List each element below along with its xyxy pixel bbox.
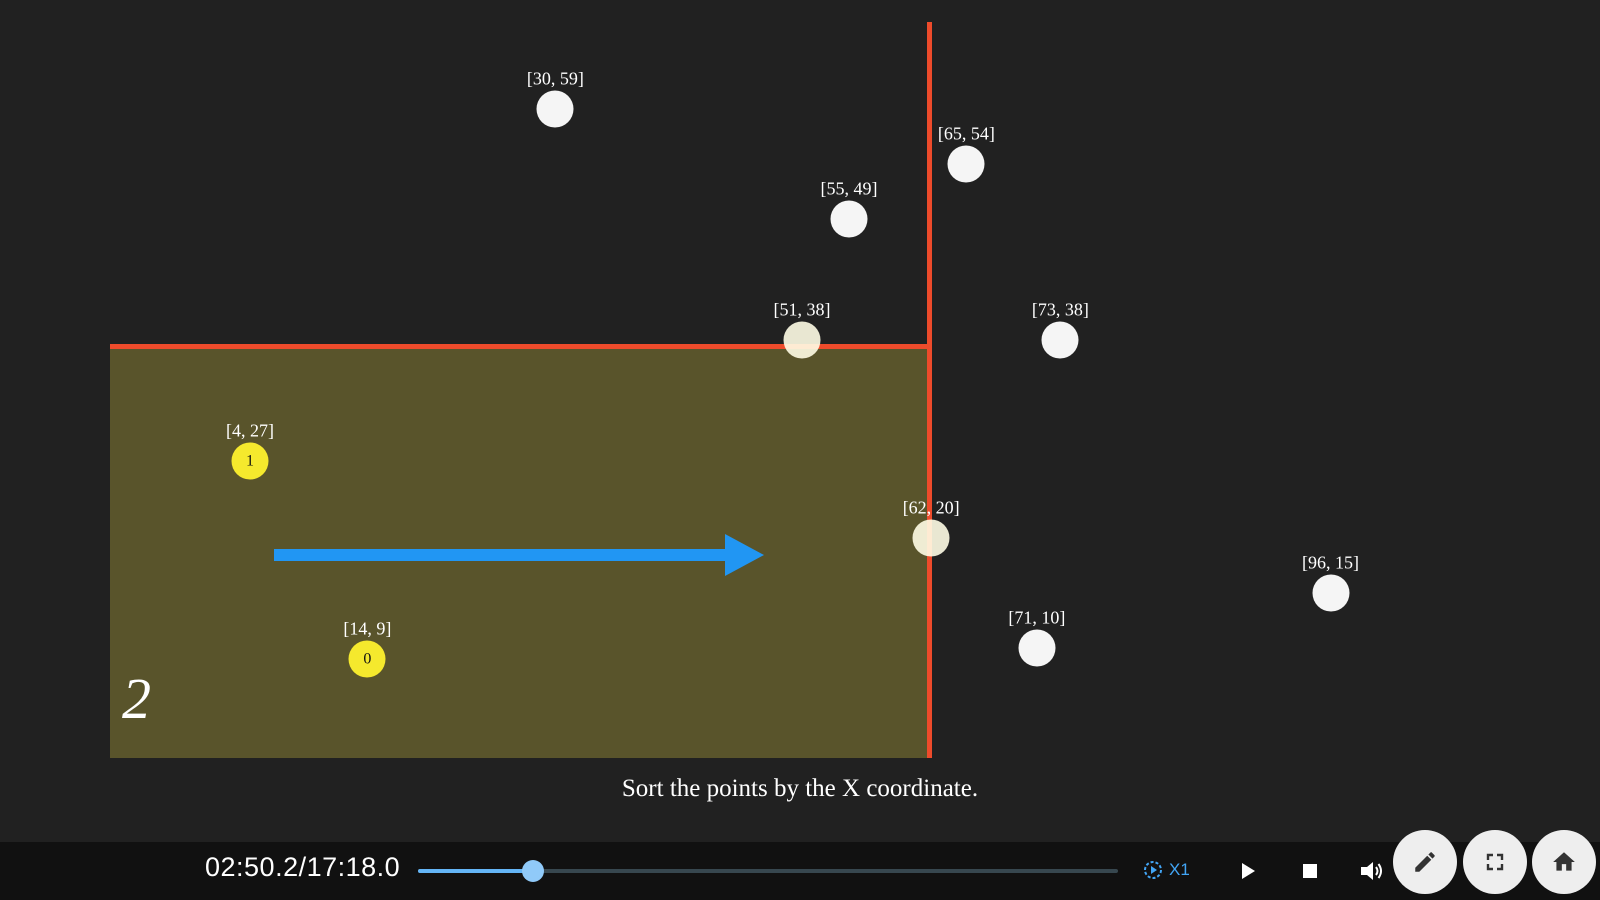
point-label: [30, 59] (526, 68, 584, 89)
point-label: [14, 9] (343, 618, 392, 639)
direction-arrow (274, 534, 764, 576)
play-button[interactable] (1232, 855, 1264, 887)
point-label: [71, 10] (1008, 607, 1066, 628)
point-label: [55, 49] (820, 178, 878, 199)
point-label: [62, 20] (902, 497, 960, 518)
visualization-canvas: 2 [30, 59] [65, 54] [55, 49] [51, 38] [73, 3… (0, 0, 1600, 840)
home-button[interactable] (1532, 830, 1596, 894)
fullscreen-icon (1486, 853, 1504, 871)
region-number: 2 (122, 666, 151, 731)
time-display: 02:50.2/17:18.0 (205, 852, 401, 882)
fullscreen-button[interactable] (1463, 830, 1527, 894)
seek-progress (418, 869, 533, 873)
point-label: [96, 15] (1302, 552, 1360, 573)
stop-icon (1303, 864, 1317, 878)
point-marker (1018, 629, 1056, 667)
seek-bar[interactable] (418, 860, 1118, 882)
point-marker (783, 321, 821, 359)
point-marker (536, 90, 574, 128)
point-marker (1041, 321, 1079, 359)
home-icon (1553, 852, 1575, 871)
play-icon (1242, 863, 1255, 879)
point-marker (830, 200, 868, 238)
point-label: [73, 38] (1031, 299, 1089, 320)
point-label: [51, 38] (773, 299, 831, 320)
edit-button[interactable] (1393, 830, 1457, 894)
seek-thumb[interactable] (521, 860, 544, 882)
volume-button[interactable] (1356, 855, 1388, 887)
vertical-boundary-line (927, 22, 932, 758)
pencil-icon (1415, 852, 1435, 872)
speed-icon (1144, 861, 1162, 879)
volume-icon (1361, 862, 1382, 880)
step-caption: Sort the points by the X coordinate. (621, 775, 979, 802)
point-marker (947, 145, 985, 183)
stop-button[interactable] (1294, 855, 1326, 887)
point-marker (1312, 574, 1350, 612)
point-label: [4, 27] (225, 420, 274, 441)
point-marker: 0 (348, 640, 386, 678)
player-controls: 02:50.2/17:18.0 X1 (0, 830, 1600, 900)
point-label: [65, 54] (937, 123, 995, 144)
speed-label: X1 (1169, 860, 1190, 879)
point-marker (912, 519, 950, 557)
speed-button[interactable]: X1 (1143, 860, 1190, 880)
point-marker: 1 (231, 442, 269, 480)
